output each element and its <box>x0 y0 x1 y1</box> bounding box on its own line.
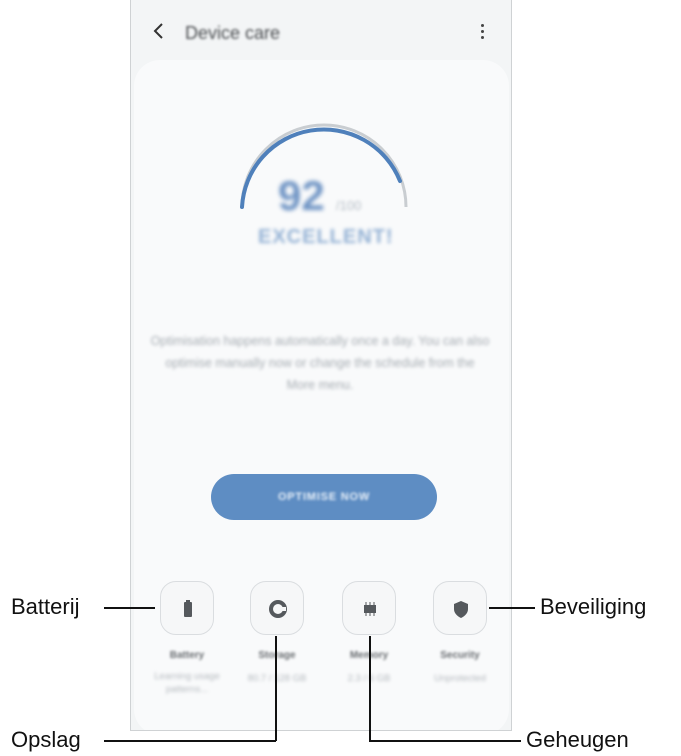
battery-label: Battery <box>169 650 205 661</box>
security-label: Security <box>440 650 480 661</box>
storage-label: Storage <box>258 650 296 661</box>
optimize-now-button[interactable]: OPTIMISE NOW <box>211 474 437 520</box>
memory-tile[interactable] <box>342 581 396 635</box>
score-gauge <box>240 123 408 209</box>
score-value: 92 <box>278 172 325 219</box>
storage-status: 80.7 / 128 GB <box>247 673 307 684</box>
description-text: Optimisation happens automatically once … <box>150 334 490 392</box>
battery-tile[interactable] <box>160 581 214 635</box>
more-options-icon[interactable] <box>476 22 488 44</box>
callout-storage-line-h <box>104 740 276 742</box>
page-title: Device care <box>185 23 281 43</box>
security-status: Unprotected <box>434 673 486 684</box>
memory-icon <box>364 602 376 616</box>
callout-security-line <box>489 607 535 609</box>
battery-icon <box>184 600 192 617</box>
shield-icon <box>454 601 468 618</box>
callout-memory-line-h <box>369 740 521 742</box>
storage-icon <box>269 600 287 618</box>
callout-battery: Batterij <box>11 594 80 619</box>
status-text: EXCELLENT! <box>258 226 394 248</box>
callout-storage: Opslag <box>11 727 81 752</box>
callout-security: Beveiliging <box>540 594 647 619</box>
callout-battery-line <box>104 607 155 609</box>
optimize-now-label: OPTIMISE NOW <box>277 491 371 503</box>
callout-storage-line-v <box>275 636 277 741</box>
back-icon[interactable] <box>149 20 169 42</box>
storage-tile[interactable] <box>250 581 304 635</box>
security-tile[interactable] <box>433 581 487 635</box>
app-bar: Device care <box>131 0 511 62</box>
battery-status: Learning usage patterns... <box>154 671 220 695</box>
score-max: /100 <box>336 198 362 213</box>
callout-memory-line-v <box>369 636 371 741</box>
callout-memory: Geheugen <box>526 727 629 752</box>
